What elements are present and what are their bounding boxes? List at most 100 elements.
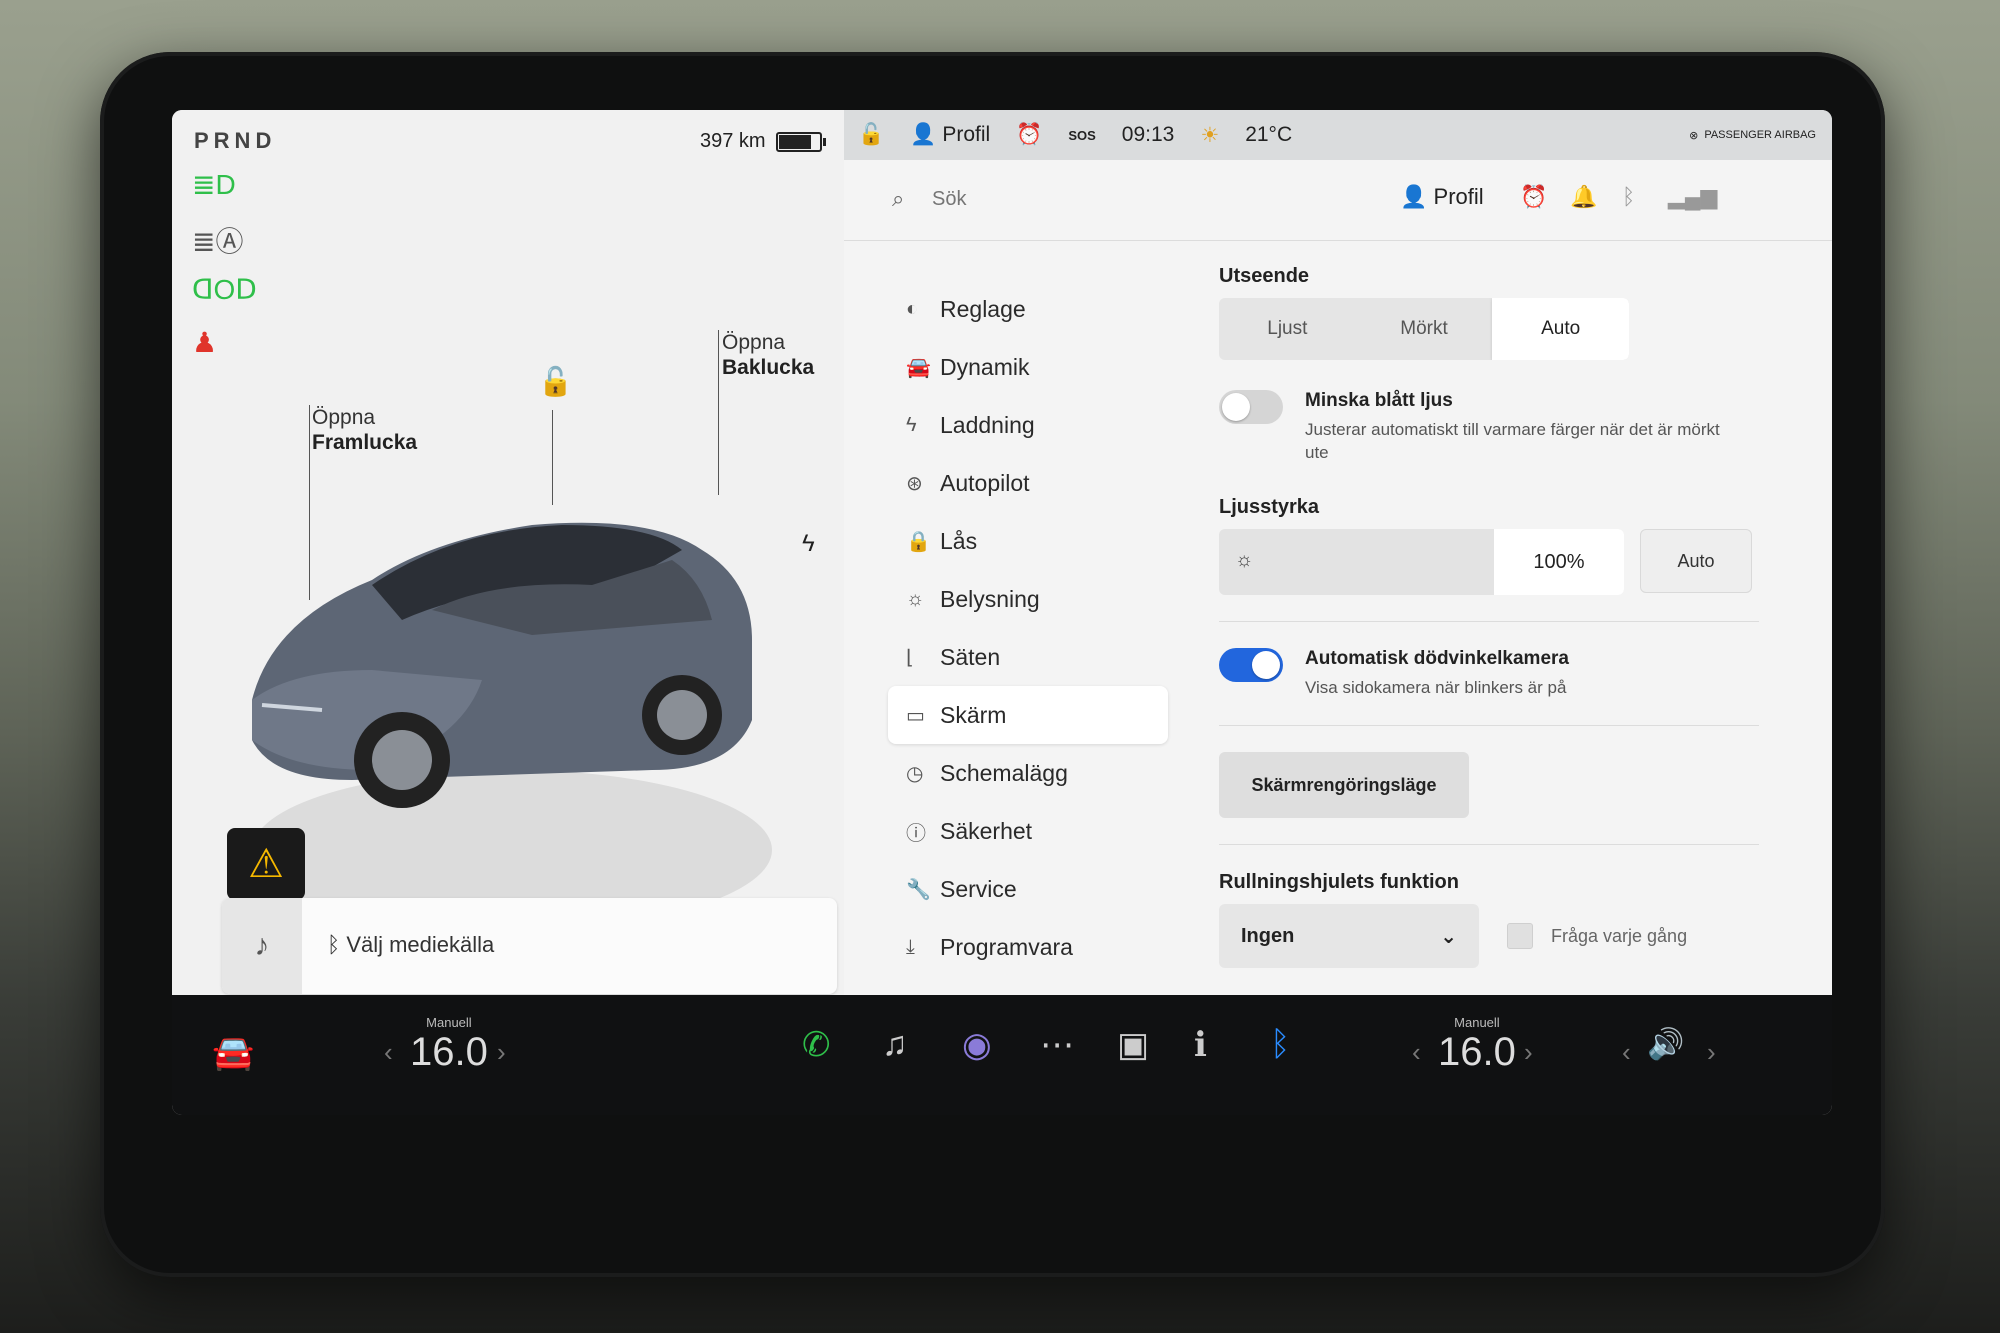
sos-indicator: SOS bbox=[1068, 127, 1096, 143]
volume-icon[interactable]: 🔊 bbox=[1647, 1027, 1684, 1062]
left-temp-up-icon[interactable]: › bbox=[497, 1037, 506, 1068]
right-temp-down-icon[interactable]: ‹ bbox=[1412, 1037, 1421, 1068]
settings-profile-label: Profil bbox=[1433, 184, 1484, 209]
brightness-auto-button[interactable]: Auto bbox=[1640, 529, 1752, 593]
settings-search-input[interactable] bbox=[930, 182, 1234, 216]
trunk-label-line2: Baklucka bbox=[722, 356, 815, 379]
brightness-heading: Ljusstyrka bbox=[1219, 496, 1320, 518]
car-model-image bbox=[252, 522, 772, 930]
menu-item-dynamik[interactable]: 🚘 Dynamik bbox=[888, 338, 1168, 396]
ask-every-time-label: Fråga varje gång bbox=[1551, 925, 1688, 946]
hazard-button[interactable]: ⚠ bbox=[227, 828, 305, 900]
menu-item-laddning[interactable]: ϟ Laddning bbox=[888, 396, 1168, 454]
ask-every-time-checkbox[interactable]: Fråga varje gång bbox=[1507, 923, 1687, 949]
volume-down-icon[interactable]: ‹ bbox=[1622, 1037, 1631, 1068]
screen-cleaning-button[interactable]: Skärmrengöringsläge bbox=[1219, 752, 1469, 818]
right-temp-up-icon[interactable]: › bbox=[1524, 1037, 1533, 1068]
menu-item-label: Säten bbox=[940, 643, 1001, 670]
hazard-icon: ⚠ bbox=[248, 842, 284, 886]
music-icon[interactable]: ♫ bbox=[882, 1025, 908, 1064]
menu-item-belysning[interactable]: ☼ Belysning bbox=[888, 570, 1168, 628]
status-profile[interactable]: 👤 Profil bbox=[910, 123, 990, 147]
scroll-wheel-dropdown[interactable]: Ingen ⌄ bbox=[1219, 904, 1479, 968]
lock-icon: 🔒 bbox=[906, 530, 931, 553]
car-icon[interactable]: 🚘 bbox=[212, 1033, 254, 1073]
scroll-wheel-heading: Rullningshjulets funktion bbox=[1219, 871, 1459, 893]
passenger-temperature[interactable]: Manuell 16.0 bbox=[1438, 1015, 1516, 1075]
settings-search-row: ⌕ 👤 Profil ⏰ 🔔 ᛒ ▂▄▆ bbox=[844, 160, 1832, 241]
battery-icon bbox=[775, 131, 826, 152]
menu-item-programvara[interactable]: ⤓ Programvara bbox=[888, 918, 1168, 976]
driver-temp-value: 16.0 bbox=[410, 1030, 488, 1074]
menu-item-autopilot[interactable]: ⊛ Autopilot bbox=[888, 454, 1168, 512]
menu-item-service[interactable]: 🔧 Service bbox=[888, 860, 1168, 918]
open-frunk-button[interactable]: Öppna Framlucka bbox=[312, 405, 417, 455]
media-source-selector[interactable]: ᛒ Välj mediekälla bbox=[327, 932, 494, 958]
theater-icon[interactable]: ▣ bbox=[1117, 1025, 1149, 1065]
bolt-icon: ϟ bbox=[906, 413, 917, 436]
blue-light-description: Justerar automatiskt till varmare färger… bbox=[1305, 420, 1720, 462]
menu-item-säkerhet[interactable]: ⓘ Säkerhet bbox=[888, 802, 1168, 860]
camera-icon[interactable]: ◉ bbox=[962, 1025, 992, 1065]
settings-profile-button[interactable]: 👤 Profil bbox=[1400, 184, 1484, 210]
seatbelt-warning-icon: ♟ bbox=[192, 327, 218, 358]
charge-port-icon[interactable]: ϟ bbox=[802, 530, 815, 558]
menu-item-label: Autopilot bbox=[940, 469, 1030, 496]
open-trunk-button[interactable]: Öppna Baklucka bbox=[722, 330, 814, 380]
more-apps-icon[interactable]: ⋯ bbox=[1040, 1025, 1074, 1065]
profile-person-icon: 👤 bbox=[1400, 184, 1434, 209]
passenger-airbag-indicator: ⊗ PASSENGER AIRBAG bbox=[1689, 129, 1816, 142]
bluetooth-app-icon[interactable]: ᛒ bbox=[1270, 1025, 1290, 1064]
signal-icon: ▂▄▆ bbox=[1668, 184, 1718, 209]
frunk-label-line2: Framlucka bbox=[312, 431, 418, 454]
parking-lights-icon: ᗡOᗞ bbox=[192, 274, 257, 305]
blindspot-camera-toggle[interactable] bbox=[1219, 648, 1283, 682]
manual-icon[interactable]: ℹ bbox=[1194, 1025, 1207, 1065]
menu-item-schemalägg[interactable]: ◷ Schemalägg bbox=[888, 744, 1168, 802]
search-icon: ⌕ bbox=[892, 186, 905, 211]
media-player[interactable]: ♪ ᛒ Välj mediekälla bbox=[222, 898, 837, 994]
appearance-option-mörkt[interactable]: Mörkt bbox=[1356, 298, 1493, 360]
auto-headlight-icon: ≣Ⓐ bbox=[192, 226, 244, 257]
menu-item-label: Dynamik bbox=[940, 353, 1030, 380]
appearance-option-auto[interactable]: Auto bbox=[1492, 298, 1629, 360]
bluetooth-icon[interactable]: ᛒ bbox=[1622, 184, 1635, 210]
airbag-label: PASSENGER AIRBAG bbox=[1704, 129, 1816, 141]
chevron-down-icon: ⌄ bbox=[1440, 925, 1457, 948]
menu-item-lås[interactable]: 🔒 Lås bbox=[888, 512, 1168, 570]
menu-item-säten[interactable]: ⌊ Säten bbox=[888, 628, 1168, 686]
left-temp-down-icon[interactable]: ‹ bbox=[384, 1037, 393, 1068]
menu-item-skärm[interactable]: ▭ Skärm bbox=[888, 686, 1168, 744]
volume-up-icon[interactable]: › bbox=[1707, 1037, 1716, 1068]
blindspot-title: Automatisk dödvinkelkamera bbox=[1305, 648, 1569, 669]
bluetooth-small-icon: ᛒ bbox=[327, 932, 347, 957]
toggle-knob bbox=[1222, 393, 1250, 421]
brightness-slider[interactable]: ☼ 100% bbox=[1219, 529, 1624, 595]
blue-light-toggle[interactable] bbox=[1219, 390, 1283, 424]
phone-icon[interactable]: ✆ bbox=[802, 1025, 831, 1065]
status-profile-label: Profil bbox=[942, 123, 991, 146]
low-beam-icon: ≣D bbox=[192, 169, 236, 200]
sun-icon: ☀ bbox=[1200, 123, 1220, 147]
unlock-icon[interactable]: 🔓 bbox=[538, 365, 573, 398]
status-lock-icon[interactable]: 🔓 bbox=[858, 123, 884, 147]
settings-alarm-icon[interactable]: ⏰ bbox=[1520, 184, 1547, 210]
menu-item-label: Reglage bbox=[940, 295, 1026, 322]
menu-item-label: Laddning bbox=[940, 411, 1035, 438]
menu-item-reglage[interactable]: ◐ Reglage bbox=[888, 280, 1168, 338]
blue-light-row: Minska blått ljus Justerar automatiskt t… bbox=[1219, 390, 1779, 464]
appearance-option-ljust[interactable]: Ljust bbox=[1219, 298, 1356, 360]
divider bbox=[1219, 844, 1759, 845]
divider bbox=[1219, 725, 1759, 726]
display-icon: ▭ bbox=[906, 704, 925, 727]
status-bar: 🔓 👤 Profil ⏰ SOS 09:13 ☀ 21°C ⊗ PASSENGER … bbox=[844, 110, 1832, 160]
person-icon: 👤 bbox=[910, 123, 937, 146]
driver-temperature[interactable]: Manuell 16.0 bbox=[410, 1015, 488, 1075]
settings-panel: ⌕ 👤 Profil ⏰ 🔔 ᛒ ▂▄▆ ◐ Reglage 🚘 Dynamik ϟ La… bbox=[844, 160, 1832, 1018]
passenger-temp-value: 16.0 bbox=[1438, 1030, 1516, 1074]
bell-icon[interactable]: 🔔 bbox=[1570, 184, 1597, 210]
appearance-segmented-control: Ljust Mörkt Auto bbox=[1219, 298, 1629, 360]
download-icon: ⤓ bbox=[906, 935, 915, 958]
music-note-icon: ♪ bbox=[222, 898, 302, 994]
menu-item-label: Belysning bbox=[940, 585, 1040, 612]
